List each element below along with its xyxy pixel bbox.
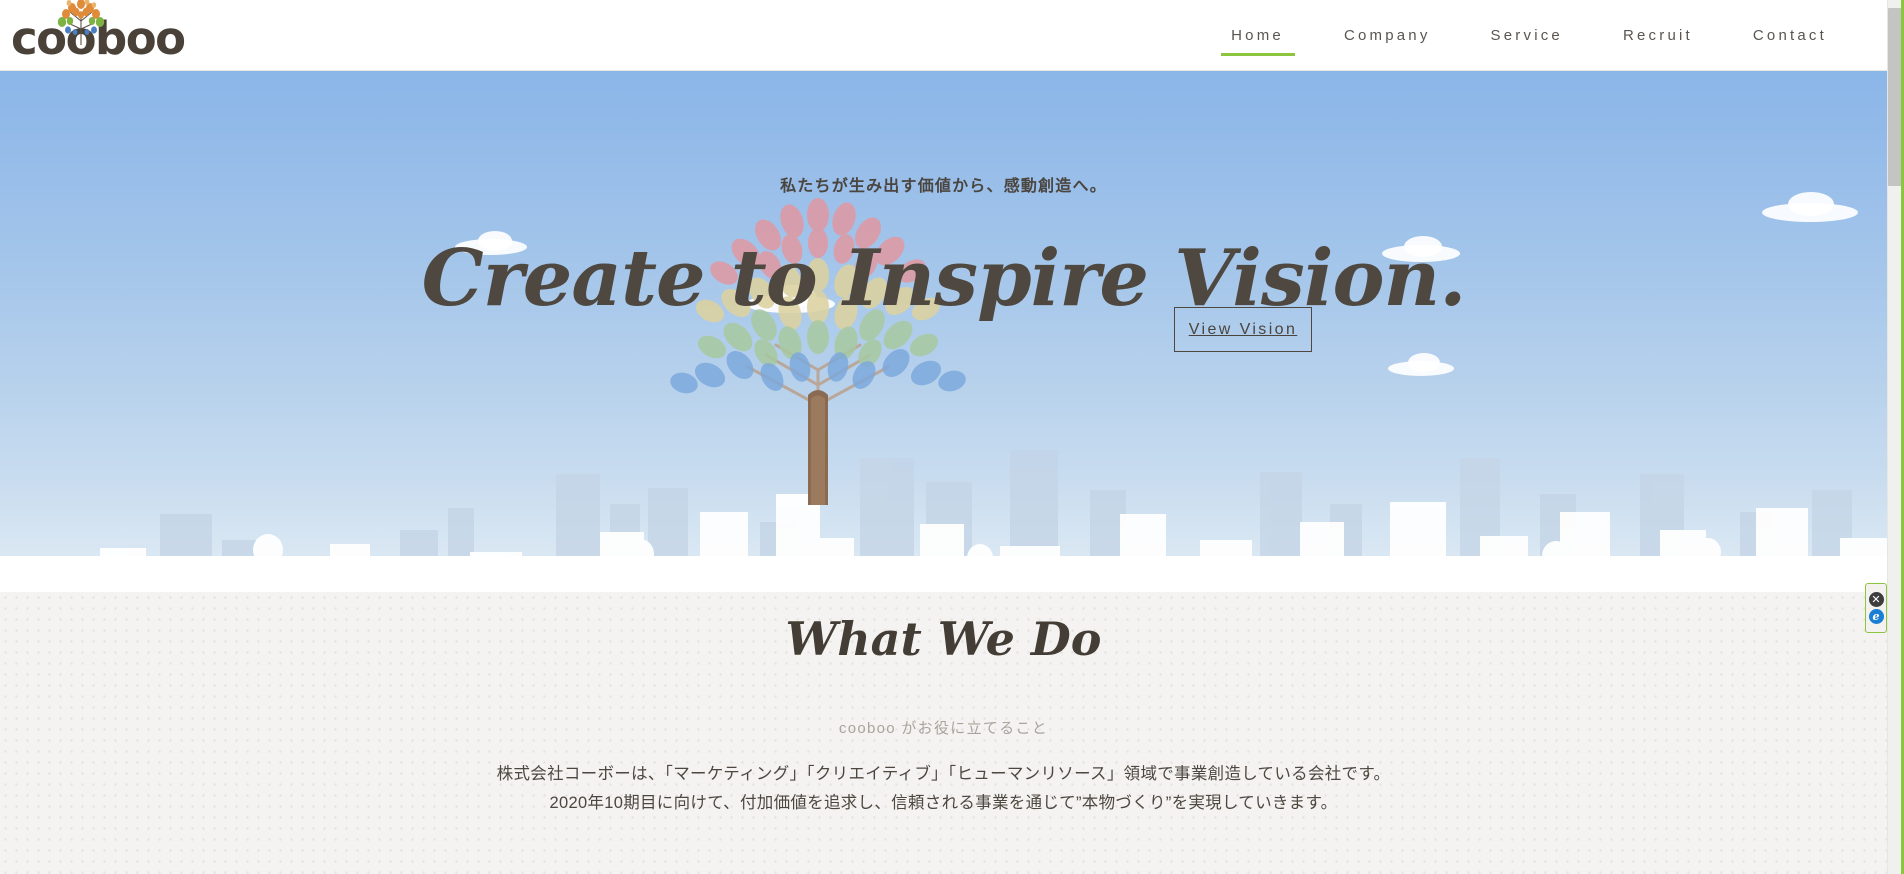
site-header: cooboo Home Company Service Recruit Cont… [0, 0, 1887, 71]
hero-background [0, 71, 1887, 592]
section-subtitle: cooboo がお役に立てること [838, 720, 1049, 737]
ground-strip [0, 556, 1887, 592]
view-vision-button[interactable]: View Vision [1174, 307, 1312, 352]
view-vision-label: View Vision [1188, 320, 1298, 338]
main-navigation: Home Company Service Recruit Contact [1185, 0, 1887, 71]
section-body-line-1: 株式会社コーボーは、「マーケティング」「クリエイティブ」「ヒューマンリソース」領… [496, 765, 1391, 783]
close-icon[interactable]: ✕ [1868, 592, 1884, 607]
nav-item-home[interactable]: Home [1217, 0, 1298, 71]
nav-item-contact[interactable]: Contact [1739, 0, 1841, 71]
scrollbar-thumb[interactable] [1888, 8, 1902, 186]
section-title: What We Do [785, 612, 1102, 666]
nav-label-contact: Contact [1752, 26, 1827, 44]
hero-title: Create to Inspire Vision. [421, 233, 1467, 324]
nav-label-home: Home [1231, 26, 1284, 44]
site-logo[interactable]: cooboo [0, 0, 186, 71]
hero-section: 私たちが生み出す価値から、感動創造へ。 Create to Inspire Vi… [0, 71, 1887, 592]
what-we-do-section: What We Do cooboo がお役に立てること 株式会社コーボーは、「マ… [0, 592, 1887, 874]
nav-item-recruit[interactable]: Recruit [1609, 0, 1707, 71]
page-root: cooboo Home Company Service Recruit Cont… [0, 0, 1904, 874]
section-body-line-2: 2020年10期目に向けて、付加価値を追求し、信頼される事業を通じて”本物づくり… [549, 794, 1338, 812]
page-scrollbar[interactable] [1887, 0, 1902, 874]
nav-label-recruit: Recruit [1622, 26, 1693, 44]
nav-item-service[interactable]: Service [1477, 0, 1577, 71]
floating-widget: ✕ e [1865, 583, 1887, 633]
browser-icon[interactable]: e [1868, 609, 1884, 624]
tree-logo-icon [57, 0, 105, 45]
nav-item-company[interactable]: Company [1330, 0, 1445, 71]
nav-label-company: Company [1343, 26, 1431, 44]
section-body: 株式会社コーボーは、「マーケティング」「クリエイティブ」「ヒューマンリソース」領… [0, 760, 1887, 818]
hero-tagline: 私たちが生み出す価値から、感動創造へ。 [780, 178, 1107, 195]
nav-active-underline [1220, 52, 1295, 56]
close-icon-glyph: ✕ [1871, 593, 1881, 606]
nav-label-service: Service [1490, 26, 1563, 44]
browser-icon-glyph: e [1872, 610, 1880, 623]
